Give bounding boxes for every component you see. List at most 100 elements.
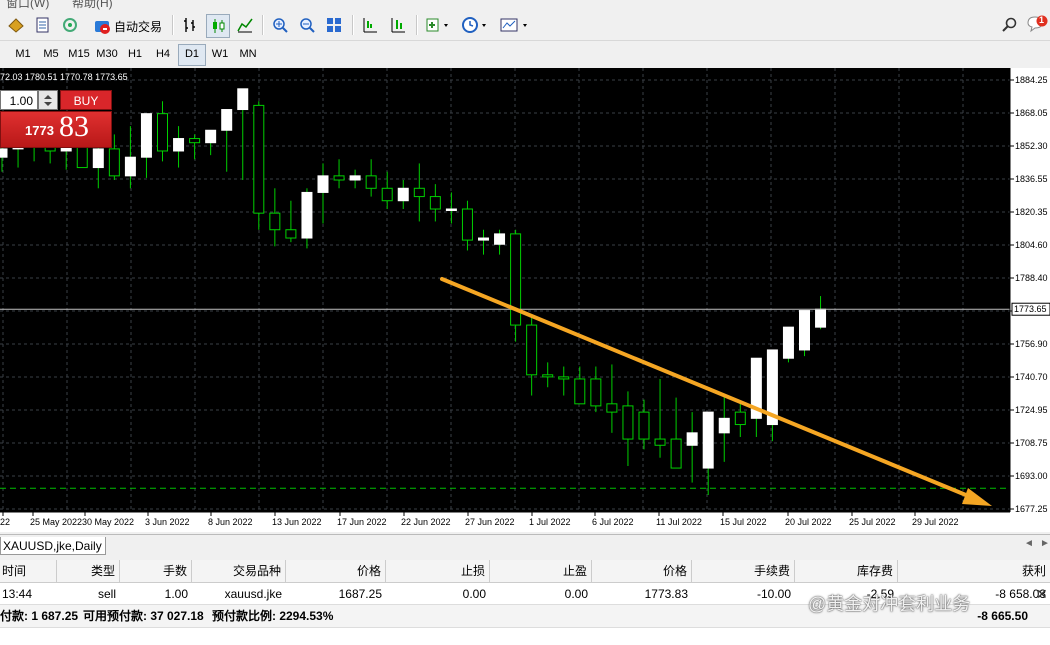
tf-m5[interactable]: M5 [38,44,64,64]
col-type[interactable]: 类型 [57,560,120,582]
cell-volume: 1.00 [164,587,188,601]
tf-w1[interactable]: W1 [207,44,233,64]
date-tick-label: 6 Jul 2022 [592,517,634,527]
candle-body [799,310,810,351]
lot-spinner[interactable] [38,90,58,110]
candle-body [349,175,361,181]
periods-icon[interactable] [460,14,490,36]
tf-m1[interactable]: M1 [10,44,36,64]
price-tick-label: 1788.40 [1015,273,1048,283]
toolbar-separator [416,15,418,35]
candlestick-icon[interactable] [206,14,230,38]
candle-body [590,378,602,407]
notifications-icon[interactable]: 1 [1026,14,1048,36]
date-tick-label: 25 May 2022 [30,517,82,527]
candle-body [285,229,297,239]
candle-body [526,324,538,376]
zoom-out-icon[interactable] [297,14,317,36]
candle-body [365,175,377,189]
cell-commission: -10.00 [756,587,791,601]
menu-window[interactable]: 窗口(W) [6,0,49,10]
candle-body [413,187,425,198]
price-tick-label: 1836.55 [1015,174,1048,184]
bar-chart-icon[interactable] [180,14,200,36]
indicators-icon[interactable] [424,14,452,36]
autoscroll-icon[interactable] [388,14,408,36]
tf-m30[interactable]: M30 [94,44,120,64]
price-tick-label: 1693.00 [1015,471,1048,481]
col-stop-loss[interactable]: 止损 [386,560,490,582]
auto-trading-icon [95,21,110,34]
auto-trading-button[interactable]: 自动交易 [88,14,167,38]
tile-windows-icon[interactable] [324,14,344,36]
price-tick-label: 1724.95 [1015,405,1048,415]
tf-h4[interactable]: H4 [150,44,176,64]
buy-price-button[interactable]: 1773 83 [0,110,112,148]
candle-body [317,175,329,193]
chart-shift-icon[interactable] [360,14,380,36]
candle-body [301,191,313,239]
candle-body [782,326,794,359]
col-symbol[interactable]: 交易品种 [192,560,286,582]
col-swap[interactable]: 库存费 [795,560,898,582]
col-commission[interactable]: 手续费 [692,560,795,582]
zoom-in-icon[interactable] [270,14,290,36]
candle-body [0,148,8,158]
buy-button[interactable]: BUY [60,90,112,110]
col-profit[interactable]: 获利 [898,560,1050,582]
date-tick-label: 15 Jul 2022 [720,517,767,527]
buy-price-major: 1773 [25,123,54,138]
tf-m15[interactable]: M15 [66,44,92,64]
close-terminal-icon[interactable]: ✕ [1036,586,1048,603]
date-tick-label: 13 Jun 2022 [272,517,322,527]
cell-price: 1687.25 [338,587,382,601]
col-price[interactable]: 价格 [286,560,386,582]
search-icon[interactable] [1000,14,1020,36]
candle-body [173,138,185,152]
tab-xauusd-daily[interactable]: XAUUSD,jke,Daily [0,537,106,555]
auto-trading-label: 自动交易 [114,19,163,34]
tf-mn[interactable]: MN [235,44,261,64]
margin-text: 付款: 1 687.25 [0,609,79,623]
free-margin-text: 可用预付款: 37 027.18 [83,609,204,623]
candle-body [92,148,104,169]
line-chart-icon[interactable] [235,14,255,36]
menu-help[interactable]: 帮助(H) [72,0,113,10]
price-tick-label: 1756.90 [1015,339,1048,349]
candle-body [189,138,201,144]
col-time[interactable]: 时间 [0,560,57,582]
candle-body [542,374,554,378]
terminal-header: 时间 类型 手数 交易品种 价格 止损 止盈 价格 手续费 库存费 获利 [0,560,1050,583]
lot-size-input[interactable]: 1.00 [0,90,38,110]
new-order-icon[interactable] [6,14,26,36]
signal-icon[interactable] [60,14,80,36]
candle-body [333,175,345,181]
date-tick-label: 27 Jun 2022 [465,517,515,527]
candle-body [622,405,634,440]
margin-level-text: 预付款比例: 2294.53% [212,609,334,623]
candle-body [686,432,698,446]
tf-d1[interactable]: D1 [178,44,206,66]
cell-symbol: xauusd.jke [224,587,282,601]
toolbar-separator [352,15,354,35]
chart-tabs-bar: XAUUSD,jke,Daily ◄ ► [0,534,1050,557]
date-tick-label: 11 Jul 2022 [656,517,702,527]
ohlc-text: 72.03 1780.51 1770.78 1773.65 [0,72,128,82]
col-volume[interactable]: 手数 [120,560,192,582]
candle-body [638,411,650,440]
total-profit-text: -8 665.50 [977,609,1028,623]
col-take-profit[interactable]: 止盈 [490,560,592,582]
market-watch-icon[interactable] [33,14,53,36]
tab-scroll-left-icon[interactable]: ◄ [1024,538,1034,549]
price-chart[interactable]: 72.03 1780.51 1770.78 1773.65 1884.25 1868… [0,68,1050,532]
candle-body [429,196,441,210]
candle-body [269,212,281,231]
col-current-price[interactable]: 价格 [592,560,692,582]
candle-body [718,417,730,434]
tab-scroll-right-icon[interactable]: ► [1040,538,1050,549]
date-tick-label: 8 Jun 2022 [208,517,253,527]
tf-h1[interactable]: H1 [122,44,148,64]
templates-icon[interactable] [498,14,532,36]
candle-body [815,308,827,328]
candle-body [157,113,168,152]
